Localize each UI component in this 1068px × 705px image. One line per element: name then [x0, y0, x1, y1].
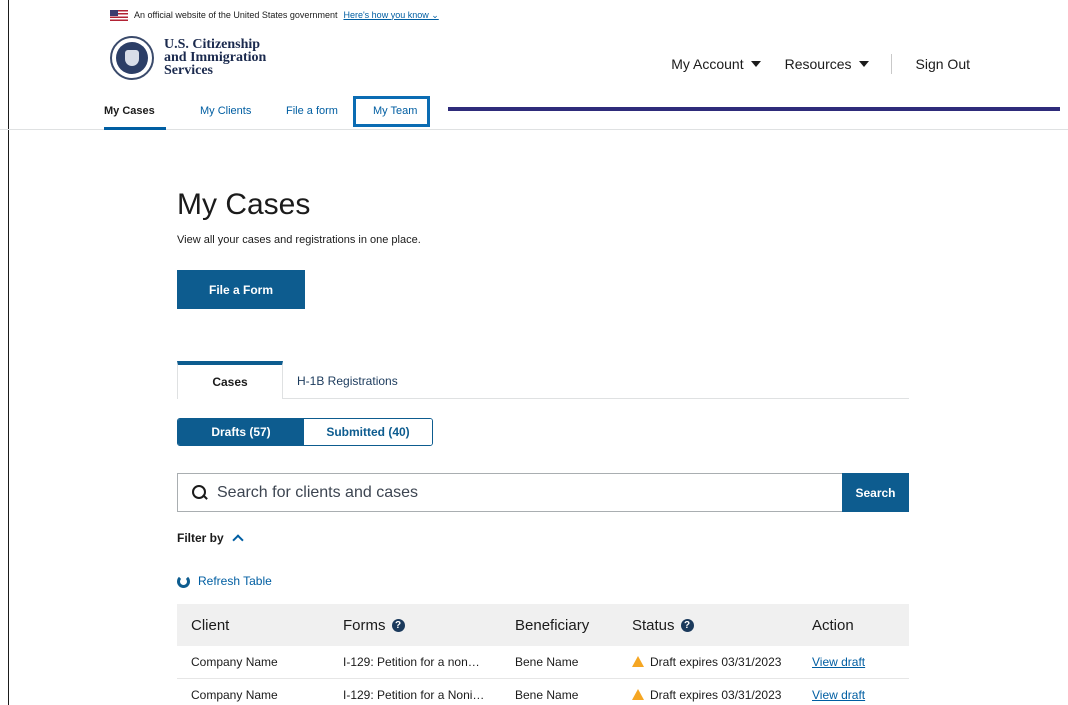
search-field[interactable]: [177, 473, 842, 512]
column-header-status-label: Status: [632, 616, 675, 634]
client-cell: Company Name: [191, 655, 278, 669]
status-cell: Draft expires 03/31/2023: [632, 655, 781, 669]
tab-h1b-registrations[interactable]: H-1B Registrations: [297, 374, 398, 388]
table-row: Company Name I-129: Petition for a Noni……: [177, 679, 909, 705]
gov-banner-text: An official website of the United States…: [134, 10, 338, 20]
column-header-action: Action: [812, 616, 854, 634]
caret-down-icon: [858, 61, 869, 67]
my-account-menu[interactable]: My Account: [671, 56, 761, 72]
drafts-toggle-button[interactable]: Drafts (57): [178, 419, 304, 445]
table-row: Company Name I-129: Petition for a non… …: [177, 646, 909, 679]
refresh-table-button[interactable]: Refresh Table: [177, 574, 272, 588]
tab-file-a-form[interactable]: File a form: [286, 105, 338, 117]
case-tabs: Cases H-1B Registrations: [177, 361, 909, 399]
column-header-beneficiary: Beneficiary: [515, 616, 590, 634]
cases-table: Client Forms? Beneficiary Status? Action…: [177, 604, 909, 705]
page-title: My Cases: [177, 188, 311, 221]
warning-icon: [632, 656, 644, 667]
annotation-line: [448, 107, 1060, 111]
search-icon: [192, 485, 207, 500]
table-header: Client Forms? Beneficiary Status? Action: [177, 604, 909, 646]
resources-menu[interactable]: Resources: [785, 56, 869, 72]
agency-name-line: Services: [164, 63, 213, 78]
help-icon[interactable]: ?: [680, 619, 694, 633]
agency-name[interactable]: U.S. Citizenship and Immigration Service…: [164, 38, 266, 78]
view-draft-link[interactable]: View draft: [812, 688, 865, 702]
my-team-highlight: [353, 96, 430, 127]
column-header-forms-label: Forms: [343, 616, 386, 634]
secondary-nav: My Cases My Clients File a form My Team: [0, 96, 1068, 130]
status-cell: Draft expires 03/31/2023: [632, 688, 781, 702]
resources-label: Resources: [784, 56, 852, 72]
nav-divider: [890, 54, 892, 74]
drafts-submitted-toggle: Drafts (57) Submitted (40): [177, 418, 433, 446]
filter-by-toggle[interactable]: Filter by: [177, 531, 244, 546]
page-subtitle: View all your cases and registrations in…: [177, 234, 421, 246]
search-input[interactable]: [217, 483, 817, 502]
status-text: Draft expires 03/31/2023: [650, 688, 782, 702]
chevron-up-icon: [232, 534, 244, 546]
refresh-table-label: Refresh Table: [198, 574, 272, 588]
top-nav: My Account Resources Sign Out: [647, 54, 970, 74]
heres-how-you-know-link[interactable]: Here's how you know ⌄: [343, 10, 438, 21]
warning-icon: [632, 689, 644, 700]
submitted-toggle-button[interactable]: Submitted (40): [304, 419, 432, 445]
gov-banner: An official website of the United States…: [110, 8, 439, 22]
my-account-label: My Account: [671, 56, 744, 72]
form-cell: I-129: Petition for a non…: [343, 655, 480, 669]
column-header-forms: Forms?: [343, 617, 405, 634]
beneficiary-cell: Bene Name: [515, 688, 579, 702]
form-cell: I-129: Petition for a Noni…: [343, 688, 485, 702]
help-icon[interactable]: ?: [391, 619, 405, 633]
site-header: U.S. Citizenship and Immigration Service…: [110, 30, 1060, 90]
active-tab-indicator: [104, 127, 166, 130]
dhs-seal-icon[interactable]: [110, 36, 154, 80]
beneficiary-cell: Bene Name: [515, 655, 579, 669]
us-flag-icon: [110, 9, 128, 21]
sign-out-link[interactable]: Sign Out: [916, 56, 970, 72]
tab-my-clients[interactable]: My Clients: [200, 105, 251, 117]
status-text: Draft expires 03/31/2023: [650, 655, 782, 669]
column-header-status: Status?: [632, 617, 694, 634]
tab-cases[interactable]: Cases: [177, 361, 283, 399]
caret-down-icon: [750, 61, 761, 67]
search-button[interactable]: Search: [842, 473, 909, 512]
client-cell: Company Name: [191, 688, 278, 702]
view-draft-link[interactable]: View draft: [812, 655, 865, 669]
file-a-form-button[interactable]: File a Form: [177, 270, 305, 309]
filter-by-label: Filter by: [177, 531, 224, 545]
refresh-icon: [177, 574, 190, 588]
search-bar: Search: [177, 473, 909, 512]
column-header-client: Client: [191, 616, 230, 634]
tab-my-cases[interactable]: My Cases: [104, 105, 155, 117]
